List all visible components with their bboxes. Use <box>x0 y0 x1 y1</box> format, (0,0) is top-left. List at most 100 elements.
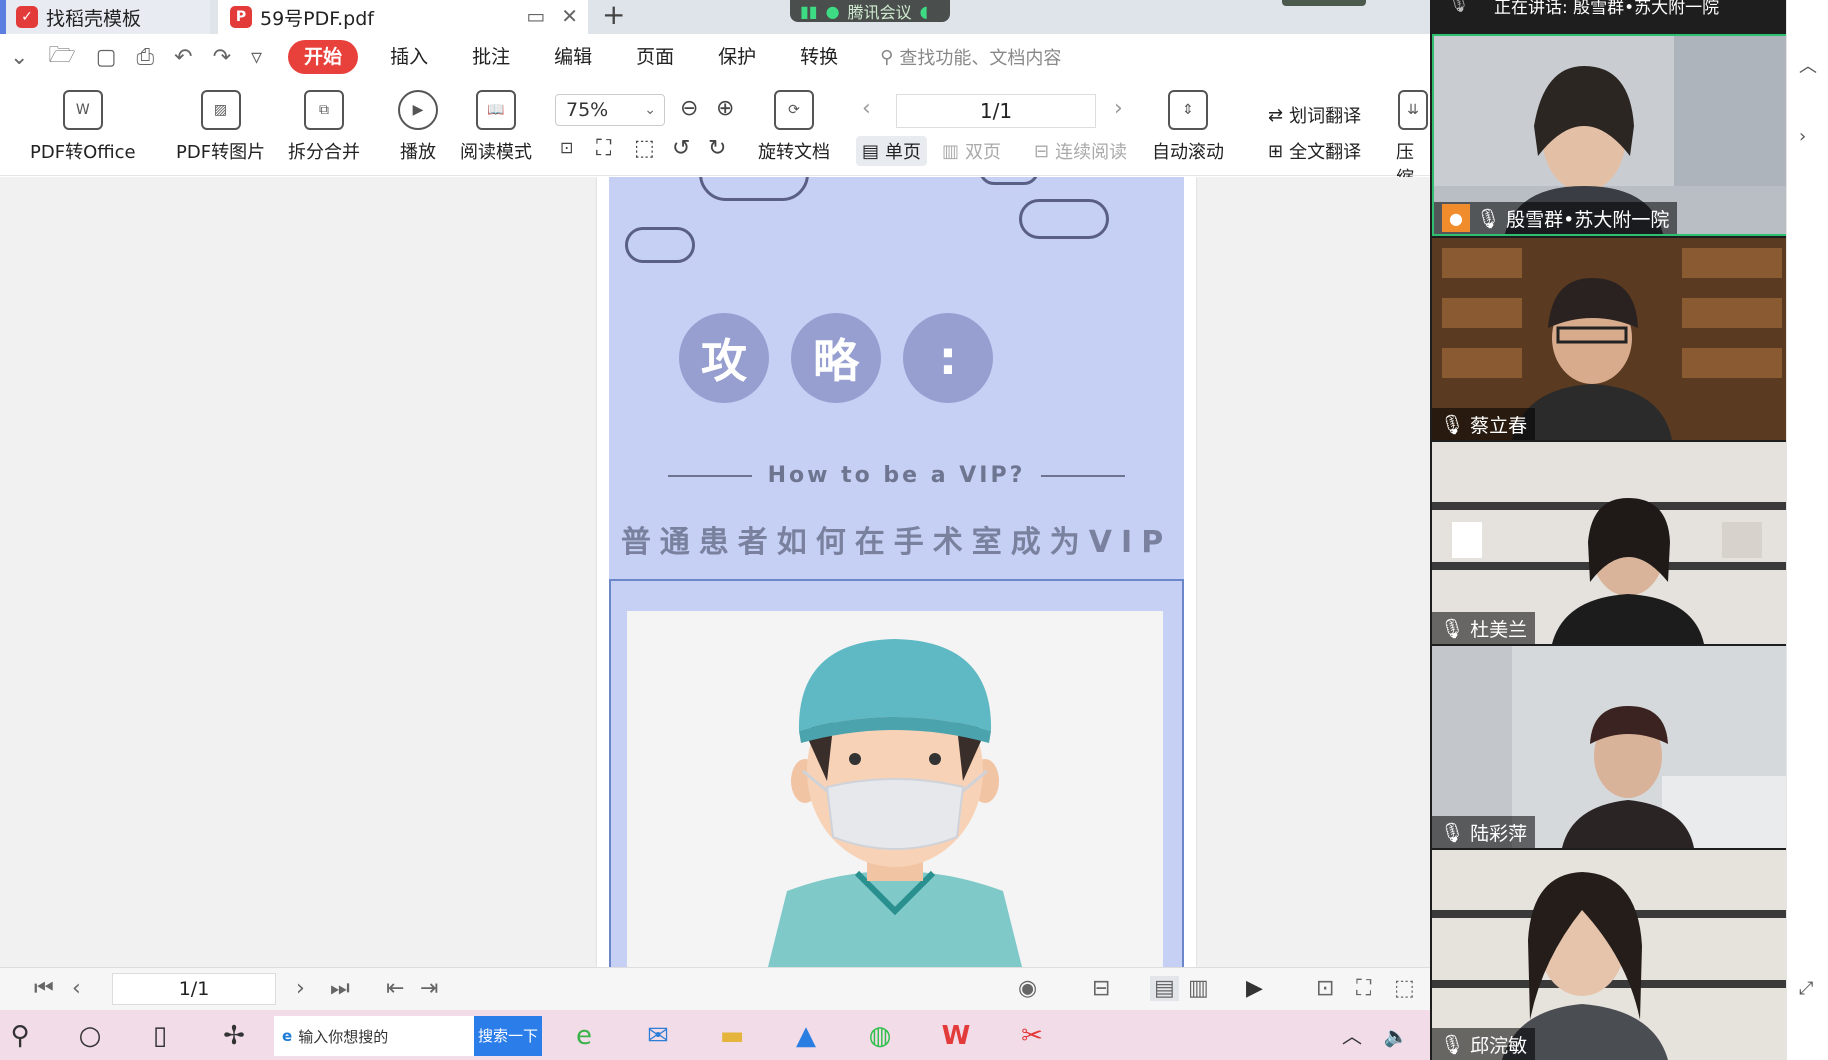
last-page-icon[interactable]: ⏭ <box>330 976 350 1001</box>
play-mode-icon[interactable]: ▶ <box>1246 976 1263 1001</box>
single-page-mode-icon[interactable]: ▤ <box>1150 976 1179 1001</box>
continuous-read-button[interactable]: ⊟ 连续阅读 <box>1028 136 1133 166</box>
full-translate-label: 全文翻译 <box>1289 142 1362 163</box>
pdf-to-image-label: PDF转图片 <box>176 142 266 163</box>
status-page-field[interactable]: 1/1 <box>112 973 276 1005</box>
mic-icon: 🎙 <box>1448 0 1470 14</box>
zoom-out-icon[interactable]: ⊖ <box>680 96 698 121</box>
print-icon[interactable]: ⎙ <box>137 45 155 70</box>
wechat-icon[interactable]: ◍ <box>864 1020 896 1052</box>
zoom-in-icon[interactable]: ⊕ <box>716 96 734 121</box>
reading-mode-button[interactable]: 📖 阅读模式 <box>460 90 532 164</box>
fit-width-icon[interactable]: ⬚ <box>1394 976 1415 1001</box>
split-merge-button[interactable]: ⧉ 拆分合并 <box>288 90 360 164</box>
next-page-icon[interactable]: › <box>296 976 305 1001</box>
menu-start[interactable]: 开始 <box>288 40 359 74</box>
prev-page-icon[interactable]: ‹ <box>72 976 81 1001</box>
actual-size-icon[interactable]: ⊡ <box>1316 976 1334 1001</box>
pin-tab-icon[interactable]: ▭ <box>526 4 545 28</box>
scrollbar-strip[interactable]: ︿ › ⤢ <box>1786 0 1828 1060</box>
page-number-field[interactable]: 1/1 <box>896 94 1096 128</box>
more-icon[interactable]: ▿ <box>251 45 262 70</box>
menu-convert[interactable]: 转换 <box>778 40 860 74</box>
menu-edit[interactable]: 编辑 <box>532 40 614 74</box>
title-circles: 攻 略 : <box>609 313 1184 403</box>
volume-icon[interactable]: 🔈 <box>1380 1020 1412 1052</box>
meeting-app-icon[interactable]: ▲ <box>790 1020 822 1052</box>
next-page-icon[interactable]: › <box>1114 96 1123 121</box>
forward-icon[interactable]: ⇥ <box>420 976 438 1001</box>
taskbar-search-field[interactable]: e 输入你想搜的 <box>274 1016 474 1056</box>
video-tile-3[interactable]: 🎙 杜美兰 <box>1432 442 1792 644</box>
menu-protect[interactable]: 保护 <box>696 40 778 74</box>
double-page-button[interactable]: ▥ 双页 <box>936 136 1007 166</box>
menu-page[interactable]: 页面 <box>614 40 696 74</box>
tab-label: 找稻壳模板 <box>46 7 142 30</box>
status-dot-icon: ● <box>825 1 840 21</box>
browser-icon[interactable]: e <box>568 1020 600 1052</box>
auto-scroll-button[interactable]: ⇕ 自动滚动 <box>1152 90 1224 164</box>
rotate-doc-button[interactable]: ⟳ 旋转文档 <box>758 90 830 164</box>
open-folder-icon[interactable]: 🗁 <box>48 38 75 76</box>
word-translate-button[interactable]: ⇄ 划词翻译 <box>1262 100 1367 130</box>
cortana-icon[interactable]: ○ <box>74 1020 106 1052</box>
taskbar-search-button[interactable]: 搜索一下 <box>474 1016 542 1056</box>
compress-button[interactable]: ⇊ 压缩 <box>1396 90 1430 190</box>
search-icon[interactable]: ⚲ <box>4 1020 36 1052</box>
video-tile-2[interactable]: 🎙 蔡立春 <box>1432 238 1792 440</box>
folder-icon[interactable]: ▬ <box>716 1020 748 1052</box>
translate-icon: ⇄ <box>1268 104 1284 126</box>
single-page-button[interactable]: ▤ 单页 <box>856 136 928 166</box>
actual-size-icon[interactable]: ⊡ <box>560 138 573 157</box>
pdf-to-office-button[interactable]: W PDF转Office <box>30 90 136 164</box>
redo-icon[interactable]: ↷ <box>213 45 231 70</box>
page-number-value: 1/1 <box>979 99 1013 123</box>
search-box[interactable]: ⚲ 查找功能、文档内容 <box>880 44 1061 70</box>
double-page-mode-icon[interactable]: ▥ <box>1188 976 1209 1001</box>
menu-insert[interactable]: 插入 <box>368 40 450 74</box>
chevron-down-icon[interactable]: ⌄ <box>10 45 28 70</box>
poster: 攻 略 : How to be a VIP? 普通患者如何在手术室成为VIP <box>609 177 1184 967</box>
prev-page-icon[interactable]: ‹ <box>862 96 871 121</box>
back-icon[interactable]: ⇤ <box>386 976 404 1001</box>
zoom-select[interactable]: 75% ⌄ <box>555 94 665 126</box>
video-tile-4[interactable]: 🎙 陆彩萍 <box>1432 646 1792 848</box>
first-page-icon[interactable]: ⏮ <box>34 976 54 1001</box>
video-tile-1[interactable]: ● 🎙 殷雪群•苏大附一院 <box>1432 34 1792 236</box>
rotate-left-icon[interactable]: ↺ <box>672 136 690 161</box>
chevron-up-icon[interactable]: ︿ <box>1799 52 1817 78</box>
eye-protect-icon[interactable]: ◉ <box>1018 976 1037 1001</box>
meeting-indicator[interactable]: ▮▮ ● 腾讯会议 ◖ <box>790 0 950 22</box>
wps-icon[interactable]: W <box>940 1020 972 1052</box>
continuous-label: 连续阅读 <box>1055 142 1128 163</box>
video-panel: 🎙 正在讲话: 殷雪群•苏大附一院 ● 🎙 殷雪群•苏大附一院 🎙 蔡立春 🎙 … <box>1430 0 1792 1060</box>
pdf-to-image-button[interactable]: ▨ PDF转图片 <box>176 90 265 164</box>
fit-width-icon[interactable]: ⬚ <box>634 136 655 161</box>
rotate-right-icon[interactable]: ↻ <box>708 136 726 161</box>
tab-template[interactable]: ✓ 找稻壳模板 <box>0 0 210 34</box>
close-tab-icon[interactable]: ✕ <box>561 4 578 28</box>
fit-page-icon[interactable]: ⛶ <box>596 136 611 161</box>
new-tab-button[interactable]: + <box>602 0 625 30</box>
play-button[interactable]: ▶ 播放 <box>398 90 438 164</box>
chevron-right-icon[interactable]: › <box>1799 126 1806 147</box>
fit-page-icon[interactable]: ⛶ <box>1356 976 1371 1001</box>
participant-name-tag: 🎙 杜美兰 <box>1432 612 1536 644</box>
save-icon[interactable]: ▢ <box>96 45 117 70</box>
undo-icon[interactable]: ↶ <box>174 45 192 70</box>
snipping-icon[interactable]: ✂ <box>1016 1020 1048 1052</box>
participant-name: 杜美兰 <box>1470 618 1528 641</box>
full-translate-button[interactable]: ⊞ 全文翻译 <box>1262 136 1367 166</box>
video-tile-5[interactable]: 🎙 邱浣敏 <box>1432 850 1792 1060</box>
pinwheel-app-icon[interactable]: ✢ <box>218 1020 250 1052</box>
full-translate-icon: ⊞ <box>1268 140 1284 162</box>
continuous-mode-icon[interactable]: ⊟ <box>1092 976 1110 1001</box>
task-view-icon[interactable]: ▯ <box>144 1020 176 1052</box>
chevron-up-icon[interactable]: ︿ <box>1336 1020 1368 1052</box>
document-viewport[interactable]: 攻 略 : How to be a VIP? 普通患者如何在手术室成为VIP <box>0 177 1430 967</box>
tab-pdf[interactable]: P 59号PDF.pdf ▭ ✕ <box>218 0 588 34</box>
mic-icon: 🎙 <box>1440 821 1465 844</box>
expand-icon[interactable]: ⤢ <box>1799 978 1813 999</box>
mail-icon[interactable]: ✉ <box>642 1020 674 1052</box>
menu-annotate[interactable]: 批注 <box>450 40 532 74</box>
